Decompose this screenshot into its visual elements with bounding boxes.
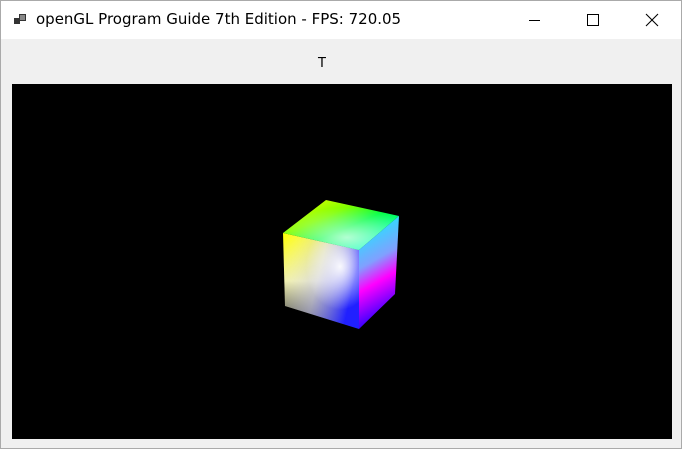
- close-button[interactable]: [623, 1, 679, 39]
- gl-viewport[interactable]: [12, 84, 672, 439]
- color-cube: [283, 200, 399, 329]
- maximize-button[interactable]: [564, 1, 620, 39]
- close-icon: [645, 13, 659, 27]
- app-window-icon: [13, 12, 29, 28]
- toolbar-label[interactable]: T: [1, 56, 643, 71]
- maximize-icon: [587, 14, 599, 26]
- title-bar[interactable]: openGL Program Guide 7th Edition - FPS: …: [1, 1, 681, 39]
- app-window: openGL Program Guide 7th Edition - FPS: …: [0, 0, 682, 449]
- minimize-icon: [529, 20, 540, 21]
- toolbar: T: [1, 39, 681, 83]
- window-title: openGL Program Guide 7th Edition - FPS: …: [36, 10, 402, 28]
- minimize-button[interactable]: [507, 1, 563, 39]
